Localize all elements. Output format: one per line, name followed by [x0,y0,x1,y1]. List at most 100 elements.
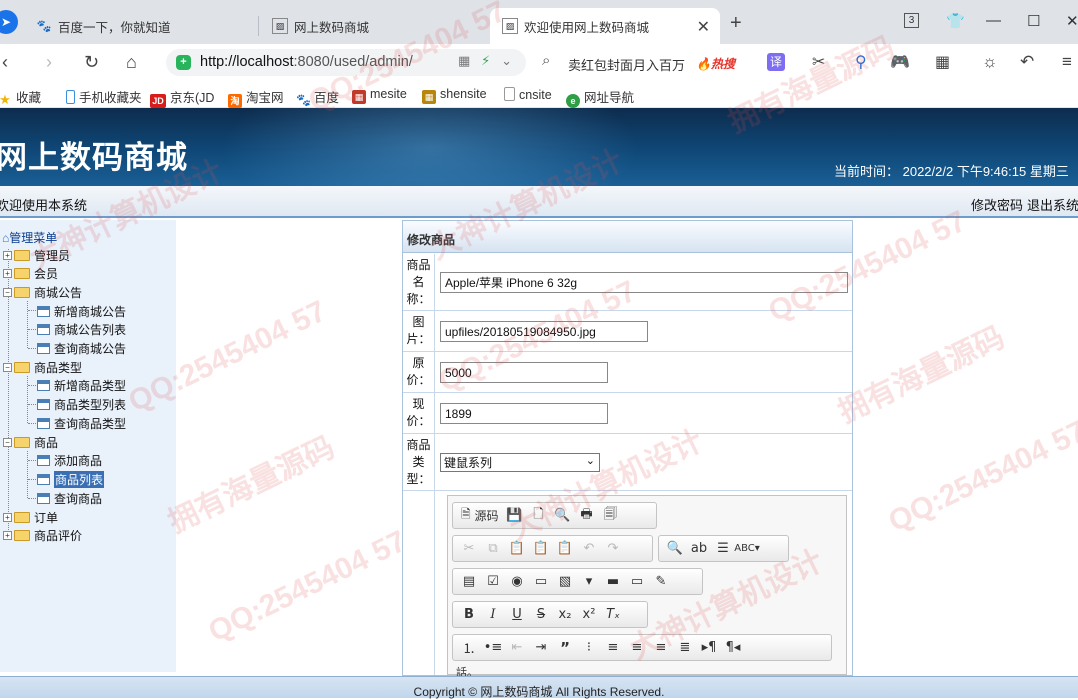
image-path-input[interactable] [440,321,648,342]
scissors-icon[interactable]: ✂ [812,52,825,72]
align-center-icon[interactable]: ≡ [625,638,649,658]
remove-format-icon[interactable]: Tₓ [601,605,625,625]
image-button-icon[interactable]: ▭ [625,572,649,592]
change-password-link[interactable]: 修改密码 [971,198,1023,213]
ltr-icon[interactable]: ▸¶ [697,638,721,658]
new-tab-button[interactable]: + [730,12,742,35]
bookmark-navigation[interactable]: e 网址导航 [566,87,634,108]
checkbox-icon[interactable]: ☑ [481,572,505,592]
tree-item-category[interactable]: − 商品类型 [3,358,82,376]
url-field[interactable]: + http://localhost:8080/used/admin/ ▦ ⚡ … [166,49,526,76]
underline-icon[interactable]: U [505,605,529,625]
rtl-icon[interactable]: ¶◂ [721,638,745,658]
close-icon[interactable]: ✕ [697,17,710,37]
indent-icon[interactable]: ⇥ [529,638,553,658]
qr-icon[interactable]: ▦ [458,53,470,68]
tree-item-product-list[interactable]: 商品列表 [37,470,105,488]
tree-item-query-product[interactable]: 查询商品 [37,489,102,507]
tree-item-review[interactable]: + 商品评价 [3,526,82,544]
current-price-input[interactable] [440,403,608,424]
paste-icon[interactable]: 📋 [505,539,529,559]
browser-logo-icon[interactable]: ➤ [0,10,18,34]
bookmark-mobile[interactable]: 手机收藏夹 [66,87,142,106]
bookmark-baidu[interactable]: 🐾 百度 [296,87,339,107]
tree-item-query-notice[interactable]: 查询商城公告 [37,339,126,357]
tree-item-product[interactable]: − 商品 [3,433,58,451]
templates-icon[interactable]: 🗐 [599,506,623,526]
forward-icon[interactable]: › [46,52,52,73]
replace-icon[interactable]: ab [687,539,711,559]
subscript-icon[interactable]: x₂ [553,605,577,625]
chevron-down-icon[interactable]: ⌄ [501,53,512,68]
back-icon[interactable]: ‹ [2,52,8,73]
save-icon[interactable]: 💾 [503,506,527,526]
tab-count-badge[interactable]: 3 [904,13,919,28]
button-icon[interactable]: ▬ [601,572,625,592]
strikethrough-icon[interactable]: S [529,605,553,625]
reload-icon[interactable]: ↻ [84,52,99,73]
gamepad-icon[interactable]: 🎮 [890,52,910,72]
select-icon[interactable]: ▾ [577,572,601,592]
redo-icon[interactable]: ↷ [601,539,625,559]
tab-admin-active[interactable]: ▨ 欢迎使用网上数码商城 ✕ [490,8,720,44]
form-icon[interactable]: ▤ [457,572,481,592]
apps-grid-icon[interactable]: ▦ [935,52,950,72]
cut-icon[interactable]: ✂ [457,539,481,559]
align-right-icon[interactable]: ≡ [649,638,673,658]
bookmark-favorites[interactable]: ★ 收藏 [0,87,41,107]
hidden-field-icon[interactable]: ✎ [649,572,673,592]
undo-icon[interactable]: ↶ [577,539,601,559]
bookmark-cnsite[interactable]: cnsite [504,87,552,102]
tree-item-category-list[interactable]: 商品类型列表 [37,395,126,413]
tree-item-order[interactable]: + 订单 [3,508,58,526]
bold-icon[interactable]: B [457,605,481,625]
undo-icon[interactable]: ↶ [1020,52,1034,72]
bolt-icon[interactable]: ⚡ [481,53,490,68]
logout-link[interactable]: 退出系统 [1027,198,1078,213]
home-icon[interactable]: ⌂ [126,52,137,73]
tree-item-add-notice[interactable]: 新增商城公告 [37,302,126,320]
tree-item-notice[interactable]: − 商城公告 [3,283,82,301]
copy-icon[interactable]: ⧉ [481,539,505,559]
paste-word-icon[interactable]: 📋 [553,539,577,559]
new-page-icon[interactable]: 🗋 [527,506,551,526]
collapse-icon[interactable]: − [3,437,12,447]
translate-icon[interactable]: 译 [767,53,785,71]
product-name-input[interactable] [440,272,848,293]
find-icon[interactable]: 🔍 [663,539,687,559]
close-window-button[interactable]: ✕ [1066,12,1078,30]
bookmark-taobao[interactable]: 淘淘宝网 [228,87,284,108]
expand-icon[interactable]: + [3,512,12,522]
outdent-icon[interactable]: ⇤ [505,638,529,658]
collapse-icon[interactable]: − [3,362,12,372]
tree-item-add-category[interactable]: 新增商品类型 [37,376,126,394]
numbered-list-icon[interactable]: ⒈ [457,638,481,658]
paste-text-icon[interactable]: 📋 [529,539,553,559]
tree-item-query-category[interactable]: 查询商品类型 [37,414,126,432]
tree-root[interactable]: ⌂管理菜单 [2,229,57,246]
textarea-icon[interactable]: ▧ [553,572,577,592]
expand-icon[interactable]: + [3,530,12,540]
textfield-icon[interactable]: ▭ [529,572,553,592]
bookmark-mesite[interactable]: ▦ mesite [352,87,407,104]
tab-baidu[interactable]: 🐾 百度一下，你就知道 [24,8,260,44]
maximize-button[interactable]: ☐ [1027,12,1040,30]
expand-icon[interactable]: + [3,250,12,260]
menu-icon[interactable]: ≡ [1062,52,1072,72]
brightness-icon[interactable]: ☼ [982,52,998,72]
tree-item-add-product[interactable]: 添加商品 [37,451,102,469]
original-price-input[interactable] [440,362,608,383]
bookmark-jd[interactable]: JD 京东(JD [150,87,214,108]
shirt-icon[interactable]: 👕 [946,12,965,30]
expand-icon[interactable]: + [3,268,12,278]
magnifier-icon[interactable]: ⚲ [855,52,867,72]
tab-shop[interactable]: ▨ 网上数码商城 [260,8,488,44]
radio-icon[interactable]: ◉ [505,572,529,592]
category-select[interactable]: 键鼠系列 ⌄ [440,453,600,472]
bulleted-list-icon[interactable]: •≡ [481,638,505,658]
italic-icon[interactable]: I [481,605,505,625]
print-icon[interactable]: 🖶 [575,506,599,526]
bookmark-shensite[interactable]: ▦ shensite [422,87,487,104]
spellcheck-icon[interactable]: ABC▾ [734,539,760,559]
collapse-icon[interactable]: − [3,287,12,297]
